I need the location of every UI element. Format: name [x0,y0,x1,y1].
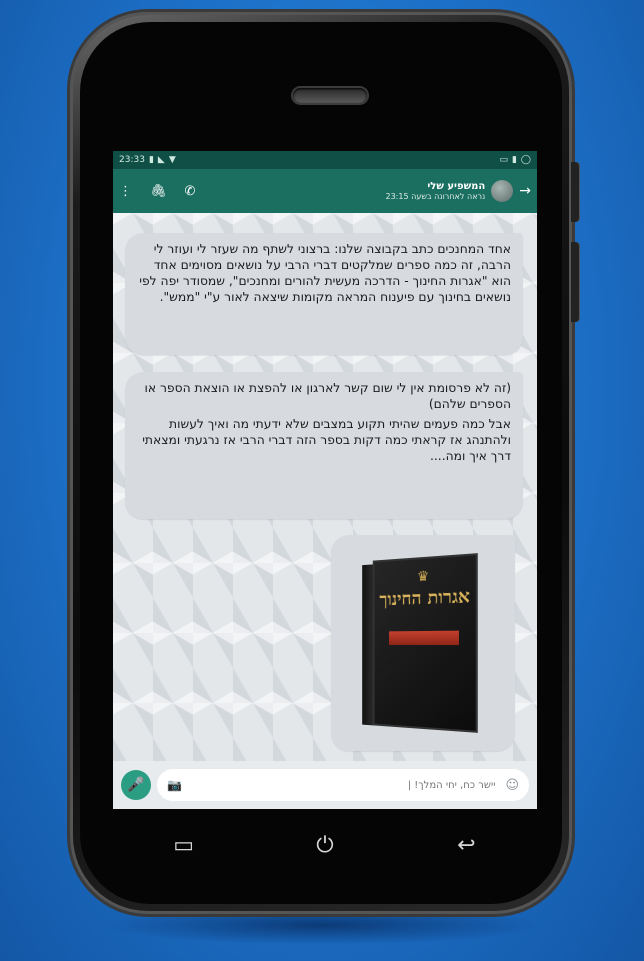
last-seen: נראה לאחרונה בשעה 23:15 [385,192,486,201]
attach-icon[interactable]: 🖇 [150,184,167,199]
mic-button[interactable]: 🎤 [121,770,151,800]
wifi-icon: ▼ [168,155,176,165]
battery-icon: ▮ [511,155,517,165]
notification-icon: ▮ [148,155,154,165]
camera-icon[interactable]: 📷 [167,778,182,792]
status-time: 23:33 [119,155,145,165]
power-button [571,242,580,322]
call-icon[interactable]: ✆ [185,184,196,199]
message-bubble[interactable]: אחד המחנכים כתב בקבוצה שלנו: ברצוני לשתף… [125,233,523,355]
phone-screen: 23:33 ▮ ◣ ▼ ▭ ▮ ◯ ⋮ 🖇 ✆ → המשפיע שלי נרא… [113,151,537,809]
message-text: אבל כמה פעמים שהיתי תקוע במצבים שלא ידעת… [142,417,511,463]
status-bar: 23:33 ▮ ◣ ▼ ▭ ▮ ◯ [113,151,537,169]
message-text: אחד המחנכים כתב בקבוצה שלנו: ברצוני לשתף… [139,242,511,304]
menu-key-icon[interactable]: ▭ [164,833,204,858]
emoji-icon[interactable]: ☺ [505,778,519,793]
book-band [389,630,459,646]
message-bubble[interactable]: (זה לא פרסומת אין לי שום קשר לארגון או ל… [125,372,523,519]
avatar[interactable] [491,180,514,202]
back-arrow-icon[interactable]: → [519,183,531,199]
composer-bar: 🎤 📷 ☺ [113,761,537,809]
whatsapp-icon: ◯ [520,155,531,165]
chat-title: המשפיע שלי [427,181,486,192]
message-text: (זה לא פרסומת אין לי שום קשר לארגון או ל… [144,381,511,411]
book-title: אגרות החינוך [379,585,470,611]
signal-icon: ◣ [157,155,165,165]
message-input-box[interactable]: 📷 ☺ [157,769,529,801]
image-message[interactable]: ♛ אגרות החינוך [331,535,515,751]
earpiece-speaker [293,88,367,103]
back-key-icon[interactable]: ↩ [446,833,486,858]
chat-header: ⋮ 🖇 ✆ → המשפיע שלי נראה לאחרונה בשעה 23:… [113,169,537,213]
message-input[interactable] [189,778,498,792]
volume-button [571,162,580,222]
android-nav-keys: ▭ ⏻ ↩ [113,815,537,875]
more-options-icon[interactable]: ⋮ [119,184,132,199]
book-cover: ♛ אגרות החינוך [372,553,478,733]
chat-info[interactable]: → המשפיע שלי נראה לאחרונה בשעה 23:15 [385,180,531,202]
crown-icon: ♛ [416,568,430,586]
chat-area[interactable]: אחד המחנכים כתב בקבוצה שלנו: ברצוני לשתף… [113,213,537,807]
home-key-icon[interactable]: ⏻ [305,833,345,858]
mute-icon: ▭ [499,155,508,165]
book-image: ♛ אגרות החינוך [362,553,478,733]
